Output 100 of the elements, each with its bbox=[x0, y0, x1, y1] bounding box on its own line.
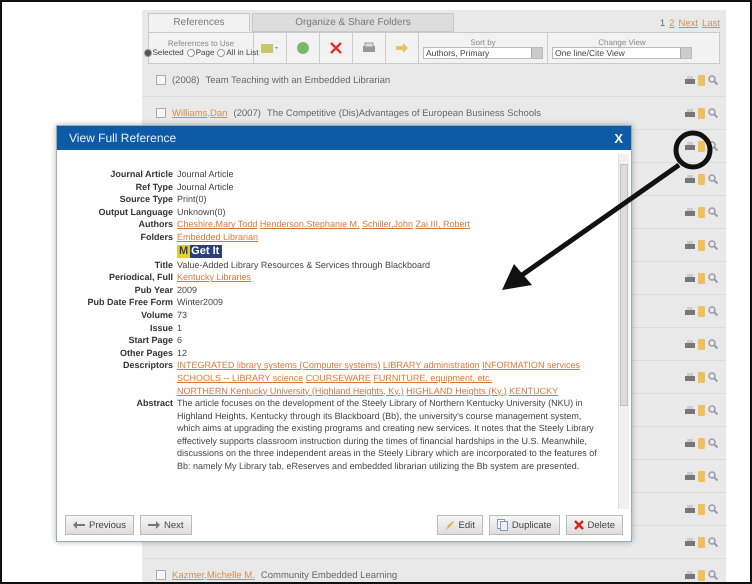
pencil-icon bbox=[444, 520, 455, 530]
printer-icon[interactable] bbox=[685, 538, 695, 546]
printer-icon[interactable] bbox=[685, 208, 695, 216]
printer-icon[interactable] bbox=[685, 406, 695, 414]
radio-option[interactable]: All in List bbox=[217, 48, 258, 57]
row-checkbox[interactable] bbox=[156, 570, 166, 580]
dialog-title: View Full Reference bbox=[69, 131, 176, 145]
field-link[interactable]: INTEGRATED library systems (Computer systems) bbox=[177, 360, 380, 370]
page-number: 1 bbox=[660, 18, 666, 29]
field-link[interactable]: Cheshire,Mary Todd bbox=[177, 219, 258, 230]
reference-year: (2007) bbox=[233, 108, 261, 118]
field-label: Folders bbox=[139, 230, 174, 244]
radio-icon[interactable] bbox=[144, 48, 152, 56]
next-button[interactable]: Next bbox=[140, 515, 192, 535]
page-link[interactable]: Next bbox=[678, 18, 698, 29]
field-link[interactable]: KENTUCKY bbox=[509, 386, 558, 396]
printer-icon[interactable] bbox=[685, 307, 695, 315]
field-label: Volume bbox=[140, 308, 174, 322]
field-link[interactable]: Embedded Librarian bbox=[177, 232, 258, 242]
printer-icon[interactable] bbox=[685, 340, 695, 348]
field-link[interactable]: COURSEWARE bbox=[306, 372, 371, 383]
field-label: Pub Date Free Form bbox=[86, 296, 174, 309]
sort-by-dropdown[interactable]: Authors, Primary bbox=[423, 46, 543, 58]
field-value: 73 bbox=[177, 308, 188, 322]
field-label: Other Pages bbox=[118, 346, 174, 360]
right-arrow-icon bbox=[148, 521, 160, 529]
radio-option[interactable]: Selected bbox=[144, 48, 184, 57]
field-label: Authors bbox=[138, 218, 174, 231]
field-label: Descriptors bbox=[122, 359, 174, 372]
printer-icon[interactable] bbox=[685, 439, 695, 447]
field-value: Journal Article bbox=[177, 168, 235, 181]
folder-icon bbox=[260, 41, 280, 55]
field-value: 6 bbox=[177, 334, 184, 347]
tab[interactable]: Organize & Share Folders bbox=[252, 13, 454, 32]
page-link[interactable]: 2 bbox=[669, 18, 674, 29]
row-checkbox[interactable] bbox=[156, 75, 166, 85]
field-value: Journal Article bbox=[177, 180, 235, 194]
close-button[interactable]: X bbox=[614, 130, 623, 146]
radio-icon[interactable] bbox=[217, 48, 226, 56]
x-icon bbox=[574, 520, 584, 530]
field-label: Abstract bbox=[135, 397, 174, 410]
field-link[interactable]: LIBRARY administration bbox=[382, 360, 480, 370]
printer-icon[interactable] bbox=[685, 175, 695, 183]
printer-icon[interactable] bbox=[685, 373, 695, 381]
tab[interactable]: References bbox=[148, 13, 250, 32]
field-link[interactable]: NORTHERN Kentucky University (Highland Heights, Ky.) bbox=[177, 386, 404, 396]
field-link[interactable]: SCHOOLS -- LIBRARY science bbox=[177, 372, 304, 383]
printer-icon[interactable] bbox=[685, 76, 695, 84]
radio-option[interactable]: Page bbox=[186, 48, 214, 57]
author-link[interactable]: Williams,Dan bbox=[172, 108, 228, 118]
printer-icon[interactable] bbox=[685, 505, 695, 513]
radio-icon[interactable] bbox=[186, 48, 195, 56]
printer-icon[interactable] bbox=[685, 142, 695, 150]
get-it-button[interactable]: M Get It bbox=[177, 244, 222, 258]
field-link[interactable]: Schiller,John bbox=[362, 219, 413, 230]
row-checkbox[interactable] bbox=[156, 108, 166, 118]
printer-icon[interactable] bbox=[685, 109, 695, 117]
change-view-dropdown[interactable]: One line/Cite View bbox=[552, 46, 692, 58]
field-label: Ref Type bbox=[134, 180, 174, 194]
printer-icon[interactable] bbox=[685, 241, 695, 249]
field-link[interactable]: Zai III, Robert bbox=[416, 219, 470, 230]
printer-icon bbox=[362, 42, 376, 54]
duplicate-button[interactable]: Duplicate bbox=[488, 515, 560, 535]
x-icon bbox=[330, 42, 342, 54]
scrollbar-thumb[interactable] bbox=[620, 164, 628, 406]
field-value: Unknown(0) bbox=[177, 206, 227, 218]
field-value: 1 bbox=[177, 322, 184, 334]
printer-icon[interactable] bbox=[685, 274, 695, 282]
left-arrow-icon bbox=[73, 521, 85, 529]
reference-title: Team Teaching with an Embedded Librarian bbox=[205, 74, 390, 86]
reference-year: (2008) bbox=[172, 74, 200, 86]
edit-button[interactable]: Edit bbox=[436, 515, 483, 535]
field-value: Winter2009 bbox=[177, 296, 224, 309]
field-link[interactable]: Kentucky Libraries bbox=[177, 272, 252, 282]
field-label: Periodical, Full bbox=[108, 271, 174, 284]
callout-circle bbox=[674, 130, 712, 170]
reference-title: Community Embedded Learning bbox=[260, 570, 398, 580]
field-value: The article focuses on the development of the Steely Library of Northern Kentucky University (NKU) in Highland Heights, Kentucky through its Blackboard (Bb), the university's course management system, which aims at upgrading the existing programs and creating new services. It notes that the Steely Library effectively supports classroom instruction during the times of financial hardships in the U.S. Meanwhile, discussions on the three independent areas in the Steely Library which are incorporated to the features of Bb: namely My Library tab, eReserves and embedded librarian utilizing the Bb system are presented. bbox=[177, 397, 598, 473]
sort-by-label: Sort by bbox=[470, 38, 496, 46]
author-link[interactable]: Kazmer,Michelle M. bbox=[172, 570, 255, 580]
field-label: Pub Year bbox=[134, 284, 174, 296]
field-label: Journal Article bbox=[109, 168, 174, 181]
pages-icon bbox=[496, 519, 508, 531]
field-link[interactable]: HIGHLAND Heights (Ky.) bbox=[406, 386, 507, 396]
printer-icon[interactable] bbox=[685, 472, 695, 480]
field-value: 2009 bbox=[177, 284, 198, 296]
references-to-use-label: References to Use bbox=[168, 39, 234, 48]
field-value: 12 bbox=[177, 346, 188, 360]
delete-button[interactable]: Delete bbox=[566, 515, 623, 535]
scrollbar[interactable] bbox=[618, 154, 629, 509]
page-link[interactable]: Last bbox=[702, 18, 720, 29]
printer-icon[interactable] bbox=[685, 571, 695, 579]
field-link[interactable]: Henderson,Stephanie M. bbox=[260, 219, 360, 230]
field-link[interactable]: FURNITURE, equipment, etc. bbox=[373, 372, 492, 383]
field-link[interactable]: INFORMATION services bbox=[482, 360, 580, 370]
previous-button[interactable]: Previous bbox=[65, 515, 134, 535]
arrow-icon bbox=[395, 42, 409, 54]
field-label: Issue bbox=[148, 322, 174, 334]
field-label: Start Page bbox=[127, 334, 174, 347]
magnifier-icon[interactable] bbox=[708, 141, 718, 151]
